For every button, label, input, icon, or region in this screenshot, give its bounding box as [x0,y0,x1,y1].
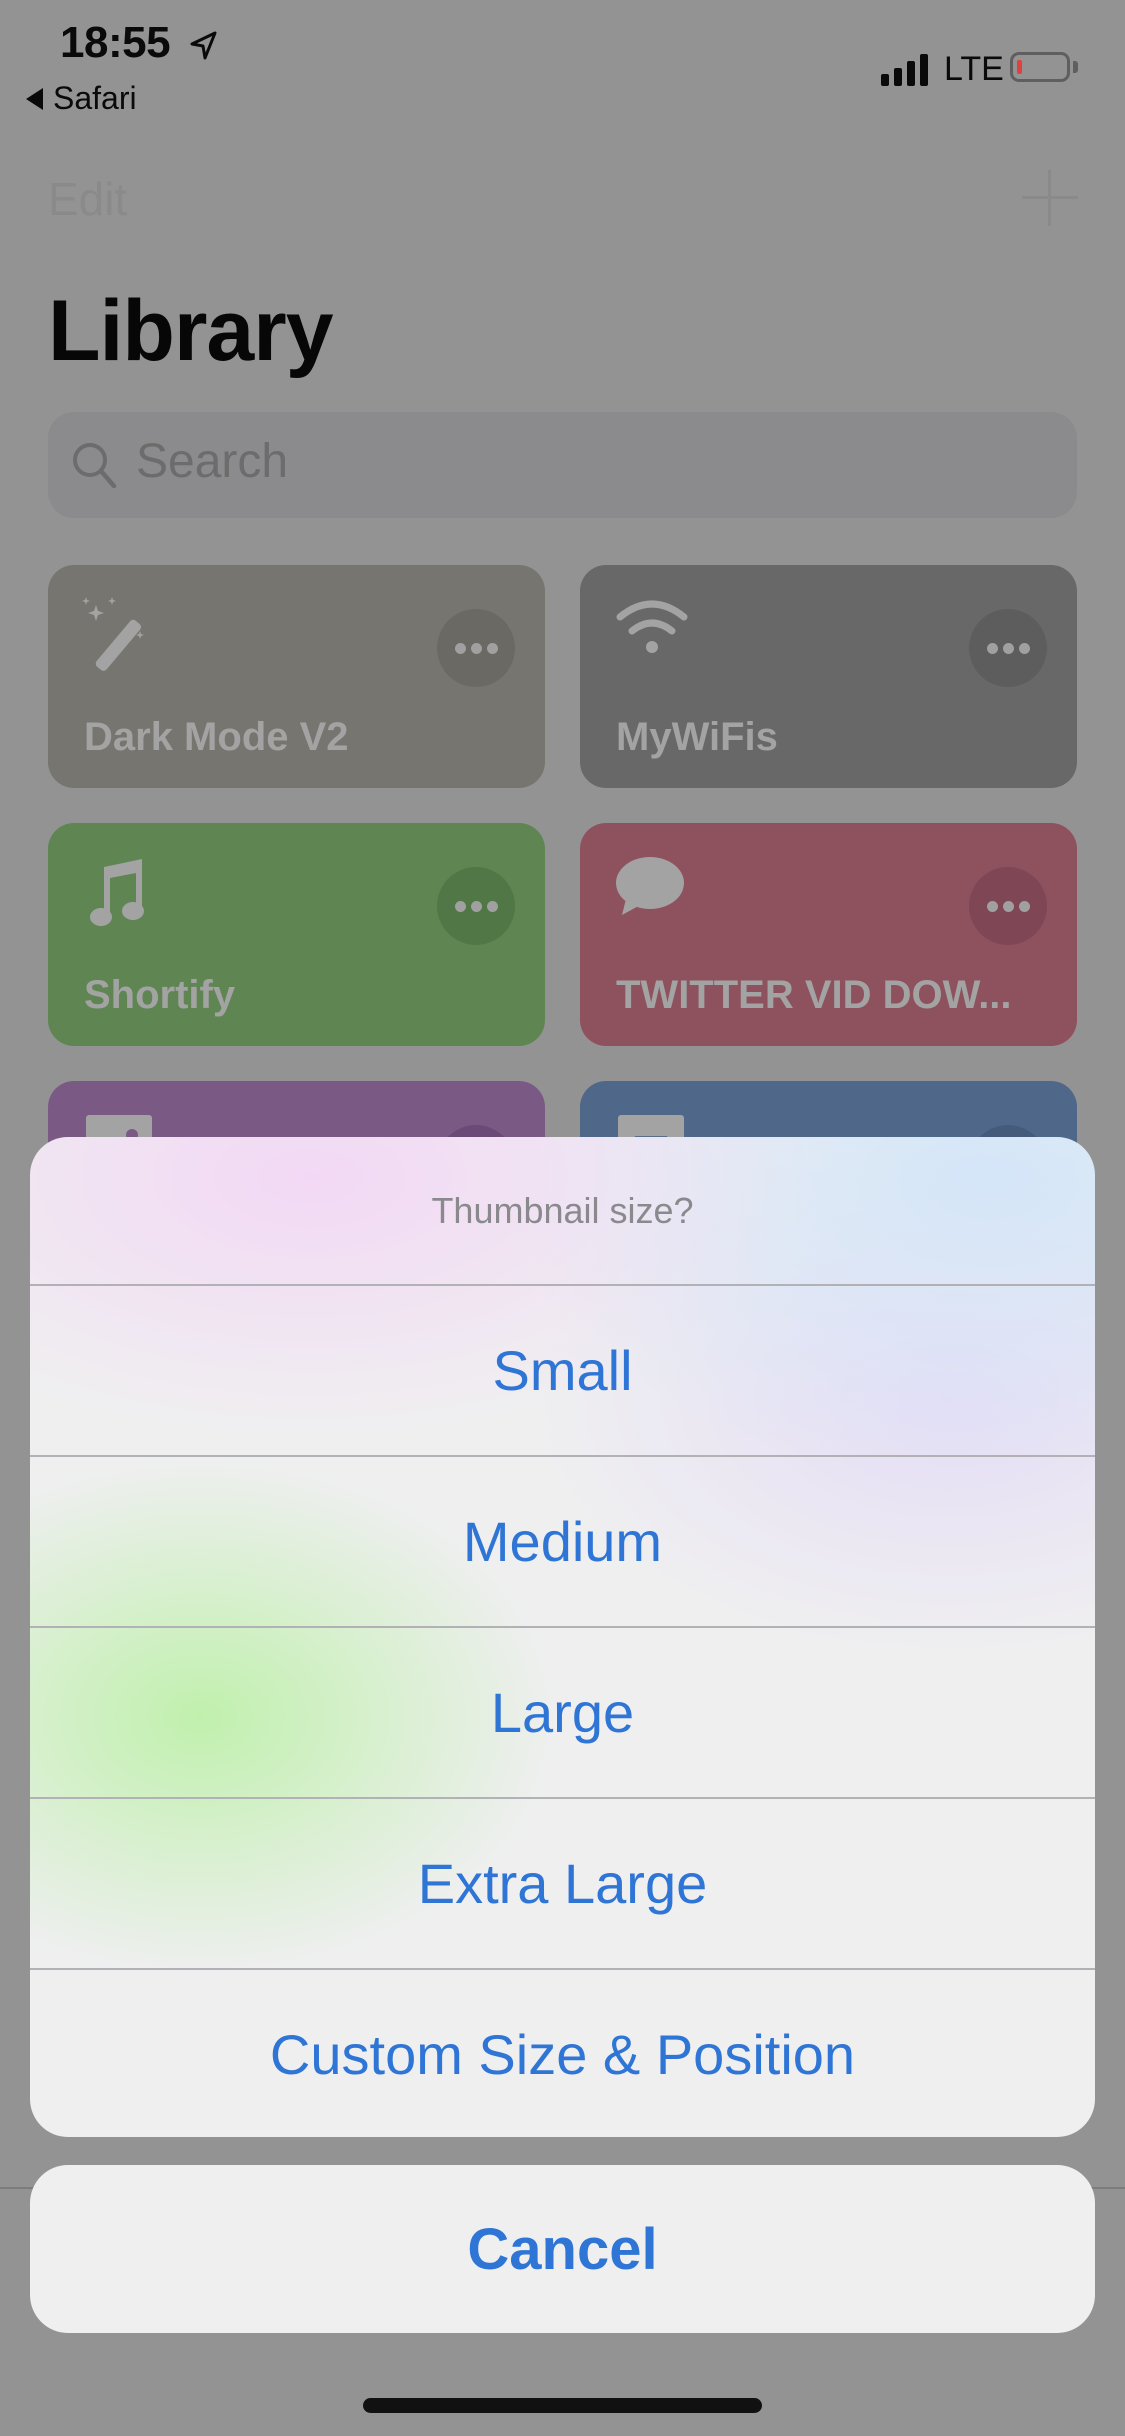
plus-icon[interactable] [1022,170,1078,226]
page-title: Library [48,283,334,379]
ellipsis-dot [454,642,466,654]
more-options-button[interactable] [437,867,515,945]
more-options-button[interactable] [437,609,515,687]
shortcut-tile[interactable]: MyWiFis [580,565,1077,788]
search-icon [73,443,117,489]
battery-cap [1073,61,1078,73]
ellipsis-dot [486,900,498,912]
network-type: LTE [944,50,1004,88]
action-option-extra-large[interactable]: Extra Large [30,1797,1095,1967]
action-sheet: Thumbnail size? Small Medium Large Extra La… [30,1137,1095,2137]
music-note-icon [82,853,162,933]
battery-icon [1010,52,1070,82]
action-sheet-title: Thumbnail size? [431,1189,694,1231]
ellipsis-dot [470,642,482,654]
status-time: 18:55 [60,18,171,67]
more-options-button[interactable] [969,867,1047,945]
location-arrow-icon [190,31,217,60]
shortcut-tile[interactable]: Dark Mode V2 [48,565,545,788]
shortcut-name: MyWiFis [616,715,778,759]
cancel-button[interactable]: Cancel [30,2165,1095,2333]
shortcut-name: TWITTER VID DOW... [616,973,1012,1017]
ellipsis-dot [1002,900,1014,912]
shortcut-tile[interactable]: Shortify [48,823,545,1046]
wifi-icon [614,595,694,675]
shortcut-tile[interactable]: TWITTER VID DOW... [580,823,1077,1046]
more-options-button[interactable] [969,609,1047,687]
magic-wand-icon [82,595,162,675]
search-field[interactable]: Search [48,412,1077,518]
home-indicator[interactable] [363,2398,762,2413]
ellipsis-dot [486,642,498,654]
ellipsis-dot [454,900,466,912]
back-app-label: Safari [53,80,137,116]
battery-level [1017,60,1022,74]
shortcut-name: Shortify [84,973,236,1017]
speech-bubble-icon [614,853,694,933]
ellipsis-dot [986,642,998,654]
edit-button[interactable]: Edit [48,172,127,226]
cellular-signal-icon [881,54,928,86]
ellipsis-dot [986,900,998,912]
action-option-large[interactable]: Large [30,1626,1095,1796]
ellipsis-dot [470,900,482,912]
ellipsis-dot [1018,642,1030,654]
back-to-app-button[interactable]: Safari [26,80,137,117]
shortcut-name: Dark Mode V2 [84,715,349,759]
search-placeholder: Search [136,435,289,488]
ellipsis-dot [1002,642,1014,654]
action-option-custom-size-position[interactable]: Custom Size & Position [30,1968,1095,2137]
action-option-medium[interactable]: Medium [30,1455,1095,1625]
back-triangle-icon [26,87,43,110]
action-option-small[interactable]: Small [30,1284,1095,1454]
ellipsis-dot [1018,900,1030,912]
